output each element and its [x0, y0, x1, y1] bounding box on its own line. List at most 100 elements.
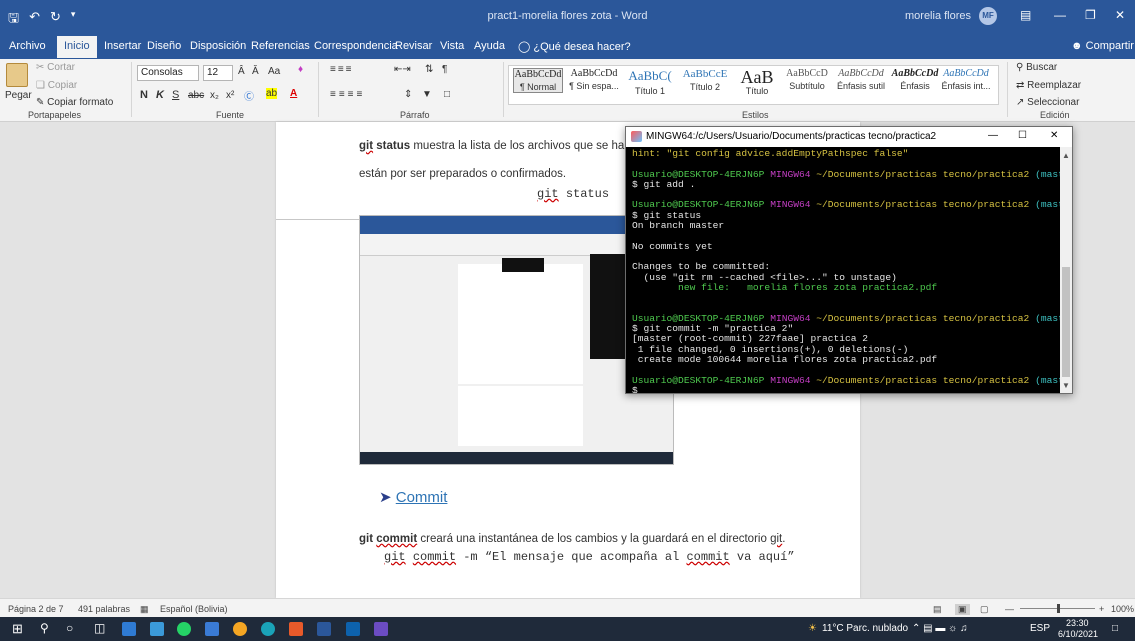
- change-case-button[interactable]: Aa: [268, 66, 280, 77]
- clock-date[interactable]: 6/10/2021: [1058, 629, 1098, 639]
- notification-icon[interactable]: □: [1112, 623, 1118, 634]
- close-icon[interactable]: ✕: [1115, 8, 1125, 22]
- font-name-select[interactable]: Consolas: [137, 65, 199, 81]
- tell-me-search[interactable]: ◯ ¿Qué desea hacer?: [518, 40, 631, 53]
- minimize-icon[interactable]: —: [1054, 8, 1066, 22]
- bullets-icon[interactable]: ≡≡≡: [330, 64, 354, 75]
- style-titulo-1[interactable]: AaBbC(Título 1: [623, 68, 677, 96]
- terminal-scrollbar[interactable]: ▲ ▼: [1060, 147, 1072, 393]
- cut-button[interactable]: ✂ Cortar: [36, 62, 75, 73]
- app-icon-2[interactable]: [205, 622, 219, 636]
- highlight-icon[interactable]: ab: [266, 88, 278, 99]
- arrow-bullet-icon: ➤: [379, 489, 392, 506]
- zoom-in-icon[interactable]: +: [1099, 604, 1104, 614]
- clock-time[interactable]: 23:30: [1066, 618, 1089, 628]
- style-titulo[interactable]: AaB Título: [735, 68, 779, 96]
- zoom-out-icon[interactable]: —: [1005, 604, 1014, 614]
- grow-font-icon[interactable]: Â: [238, 66, 245, 77]
- scroll-down-icon[interactable]: ▼: [1062, 381, 1070, 391]
- tab-vista[interactable]: Vista: [440, 40, 464, 52]
- maximize-icon[interactable]: ❐: [1085, 8, 1096, 22]
- tray-icons[interactable]: ⌃ ▤ ▬ ☼ ♫: [912, 623, 968, 634]
- scroll-up-icon[interactable]: ▲: [1062, 151, 1070, 165]
- tab-correspondencia[interactable]: Correspondencia: [314, 40, 398, 52]
- find-button[interactable]: ⚲ Buscar: [1016, 62, 1057, 73]
- zoom-thumb[interactable]: [1057, 604, 1060, 613]
- terminal-minimize-icon[interactable]: —: [988, 130, 998, 141]
- keyboard-language[interactable]: ESP: [1030, 623, 1050, 634]
- bold-icon[interactable]: N: [140, 89, 148, 101]
- app-icon-3[interactable]: [289, 622, 303, 636]
- superscript-icon[interactable]: x²: [226, 90, 234, 101]
- copy-button[interactable]: ❏ Copiar: [36, 80, 77, 91]
- style-enfasis[interactable]: AaBbCcDd Énfasis: [889, 68, 941, 91]
- tab-referencias[interactable]: Referencias: [251, 40, 310, 52]
- terminal-maximize-icon[interactable]: ☐: [1018, 130, 1027, 141]
- proofing-icon[interactable]: ▦: [140, 604, 149, 615]
- terminal-titlebar[interactable]: MINGW64:/c/Users/Usuario/Documents/pract…: [626, 127, 1072, 147]
- web-layout-icon[interactable]: ▢: [980, 604, 989, 615]
- format-painter-button[interactable]: ✎ Copiar formato: [36, 97, 113, 108]
- italic-icon[interactable]: K: [156, 89, 164, 101]
- app-icon-4[interactable]: [346, 622, 360, 636]
- pilcrow-icon[interactable]: ¶: [442, 64, 447, 75]
- sort-icon[interactable]: ⇅: [425, 64, 433, 75]
- edge-icon[interactable]: [261, 622, 275, 636]
- replace-button[interactable]: ⇄ Reemplazar: [1016, 80, 1081, 91]
- shrink-font-icon[interactable]: Ǎ: [252, 66, 259, 77]
- clear-format-icon[interactable]: ♦: [298, 64, 303, 75]
- style-subtitulo[interactable]: AaBbCcD Subtítulo: [781, 68, 833, 91]
- mail-icon[interactable]: [150, 622, 164, 636]
- borders-icon[interactable]: □: [444, 89, 450, 100]
- style-enfasis-intenso[interactable]: AaBbCcDd Énfasis int...: [941, 68, 991, 91]
- tab-archivo[interactable]: Archivo: [9, 40, 46, 52]
- whatsapp-icon[interactable]: [177, 622, 191, 636]
- language[interactable]: Español (Bolivia): [160, 604, 228, 614]
- style-normal[interactable]: AaBbCcDd ¶ Normal: [513, 68, 563, 93]
- page-count[interactable]: Página 2 de 7: [8, 604, 64, 614]
- underline-icon[interactable]: S: [172, 89, 179, 101]
- avatar[interactable]: MF: [979, 7, 997, 25]
- indent-icon[interactable]: ⇤⇥: [394, 64, 411, 75]
- git-bash-icon[interactable]: [374, 622, 388, 636]
- windows-start-icon[interactable]: ⊞: [12, 621, 23, 637]
- align-icons[interactable]: ≡≡≡≡: [330, 89, 365, 100]
- line-spacing-icon[interactable]: ⇕: [404, 89, 412, 100]
- tab-ayuda[interactable]: Ayuda: [474, 40, 505, 52]
- tab-disposicion[interactable]: Disposición: [190, 40, 246, 52]
- tab-diseno[interactable]: Diseño: [147, 40, 181, 52]
- git-bash-window[interactable]: MINGW64:/c/Users/Usuario/Documents/pract…: [625, 126, 1073, 394]
- style-enfasis-sutil[interactable]: AaBbCcDd Énfasis sutil: [833, 68, 889, 91]
- share-button[interactable]: ☻ Compartir: [1071, 40, 1134, 52]
- cortana-icon[interactable]: ○: [66, 621, 73, 635]
- terminal-output[interactable]: hint: "git config advice.addEmptyPathspe…: [632, 149, 1060, 393]
- style-sin-espaciado[interactable]: AaBbCcDd ¶ Sin espa...: [567, 68, 621, 91]
- subscript-icon[interactable]: x₂: [210, 90, 219, 101]
- chrome-icon[interactable]: [233, 622, 247, 636]
- print-layout-icon[interactable]: ▣: [955, 604, 970, 615]
- tab-insertar[interactable]: Insertar: [104, 40, 141, 52]
- user-name[interactable]: morelia flores: [905, 10, 971, 22]
- task-view-icon[interactable]: ◫: [94, 621, 105, 635]
- text-effects-icon[interactable]: Ⓒ: [244, 88, 254, 103]
- strikethrough-icon[interactable]: abc: [188, 90, 204, 101]
- tab-inicio[interactable]: Inicio: [57, 36, 97, 58]
- select-button[interactable]: ↗ Seleccionar: [1016, 97, 1079, 108]
- zoom-level[interactable]: 100%: [1111, 604, 1134, 614]
- read-mode-icon[interactable]: ▤: [933, 604, 942, 615]
- ribbon-display-icon[interactable]: ▤: [1020, 8, 1031, 22]
- paste-button[interactable]: Pegar: [5, 90, 32, 101]
- paste-icon[interactable]: [6, 63, 28, 87]
- terminal-close-icon[interactable]: ✕: [1050, 130, 1058, 141]
- word-count[interactable]: 491 palabras: [78, 604, 130, 614]
- search-icon[interactable]: ⚲: [40, 621, 49, 635]
- tab-revisar[interactable]: Revisar: [395, 40, 432, 52]
- weather-text[interactable]: 11°C Parc. nublado: [822, 623, 908, 634]
- font-color-icon[interactable]: A: [290, 88, 297, 99]
- word-icon[interactable]: [317, 622, 331, 636]
- style-titulo-2[interactable]: AaBbCcE Título 2: [677, 68, 733, 92]
- shading-icon[interactable]: ▼: [422, 89, 432, 100]
- font-size-select[interactable]: 12: [203, 65, 233, 81]
- app-icon-1[interactable]: [122, 622, 136, 636]
- scroll-thumb[interactable]: [1062, 267, 1070, 377]
